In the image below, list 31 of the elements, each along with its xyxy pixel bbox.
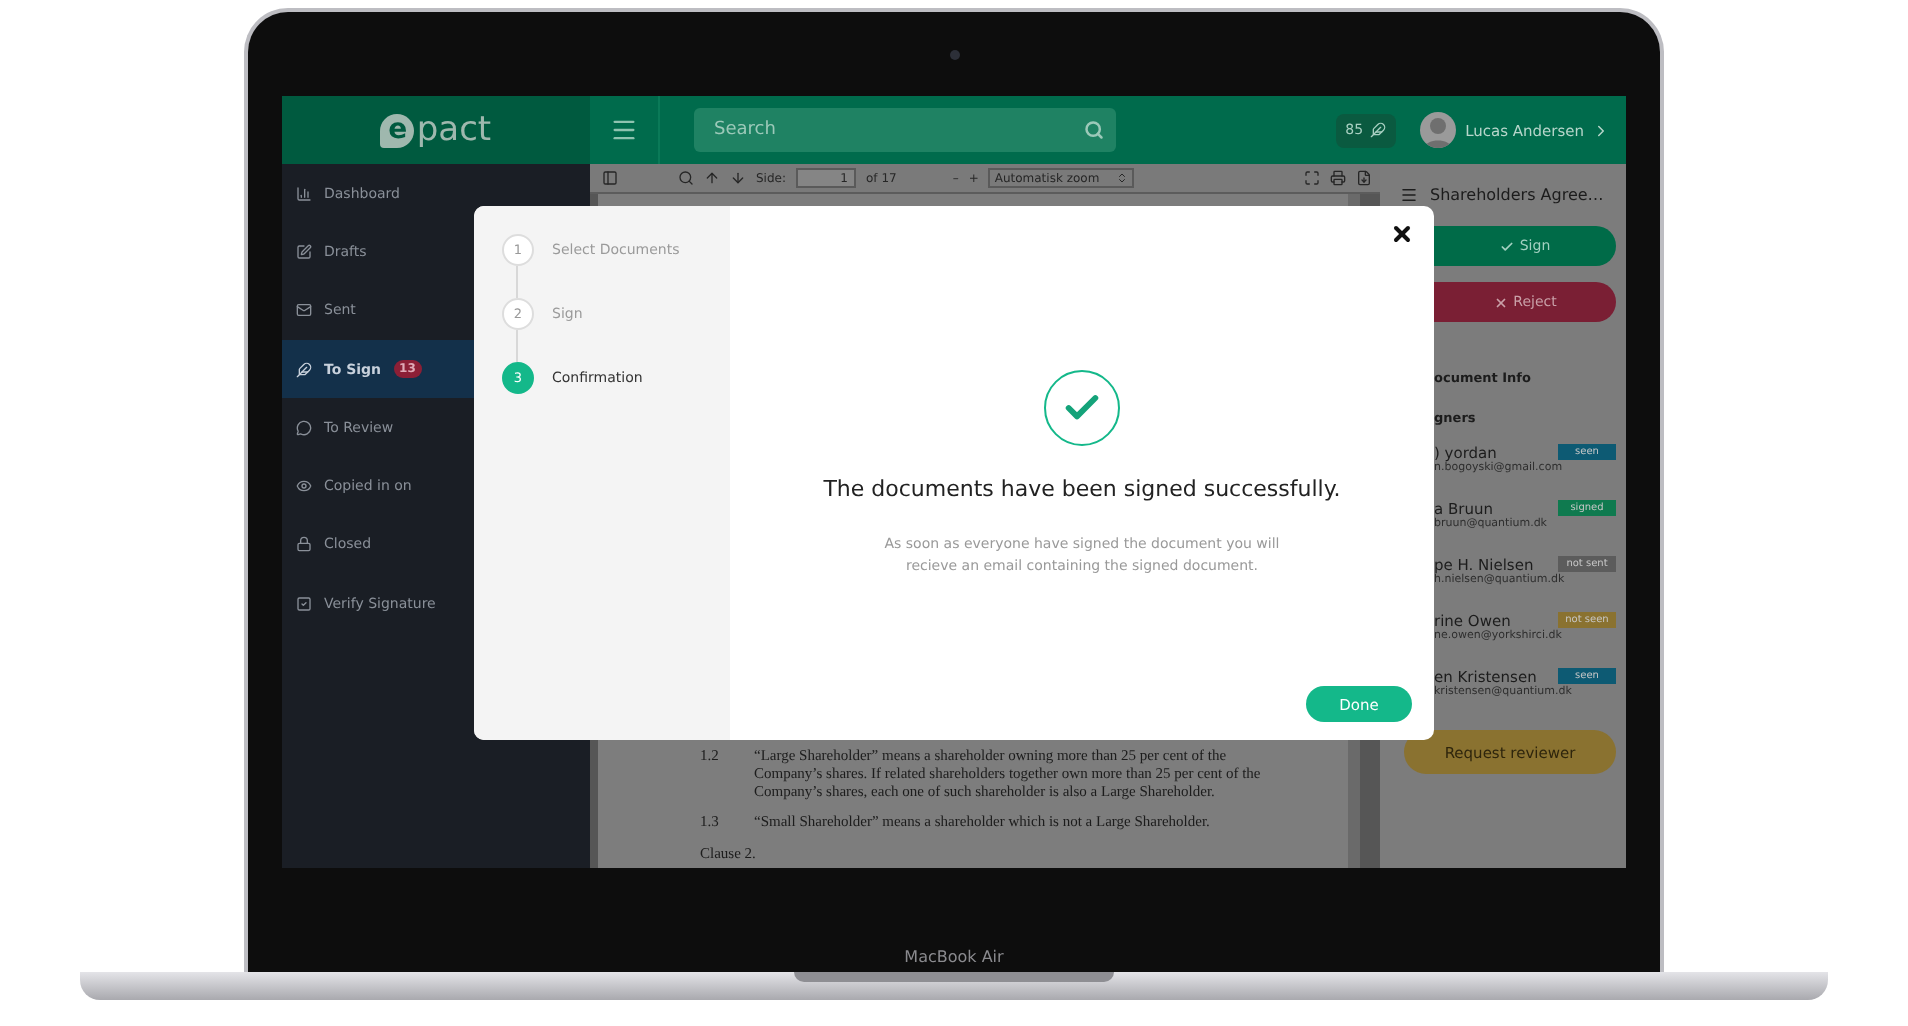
close-button[interactable]: [1390, 222, 1414, 246]
document-title: Shareholders Agree…: [1430, 185, 1604, 203]
checkbox-icon: [296, 595, 312, 612]
eye-icon: [296, 478, 312, 495]
bar-chart-icon: [296, 185, 312, 202]
device-label: MacBook Air: [904, 948, 1004, 966]
pen-square-icon: [296, 243, 312, 260]
search-icon[interactable]: [1084, 120, 1104, 140]
sidebar-toggle-icon[interactable]: [602, 170, 618, 186]
menu-icon[interactable]: [1400, 185, 1418, 203]
arrow-up-icon[interactable]: [704, 170, 720, 186]
menu-icon[interactable]: [610, 116, 638, 144]
logo-text: pact: [416, 110, 492, 150]
lock-icon: [296, 536, 312, 553]
mail-icon: [296, 302, 312, 319]
search-icon[interactable]: [678, 170, 694, 186]
dialog-title: The documents have been signed successfully.: [823, 476, 1341, 502]
arrow-down-icon[interactable]: [730, 170, 746, 186]
avatar: [1419, 112, 1456, 148]
fullscreen-icon[interactable]: [1304, 170, 1320, 186]
logo-mark: e: [380, 113, 415, 147]
camera-dot: [949, 49, 959, 59]
success-check-icon: [1044, 370, 1120, 446]
feather-icon: [296, 361, 312, 378]
chat-bubble-icon: [296, 419, 312, 436]
download-icon[interactable]: [1356, 170, 1372, 186]
print-icon[interactable]: [1330, 170, 1346, 186]
close-icon[interactable]: [1493, 295, 1508, 309]
check-icon[interactable]: [1499, 239, 1514, 253]
search-field[interactable]: Search: [694, 108, 1116, 152]
chevron-right-icon[interactable]: [1592, 121, 1610, 139]
